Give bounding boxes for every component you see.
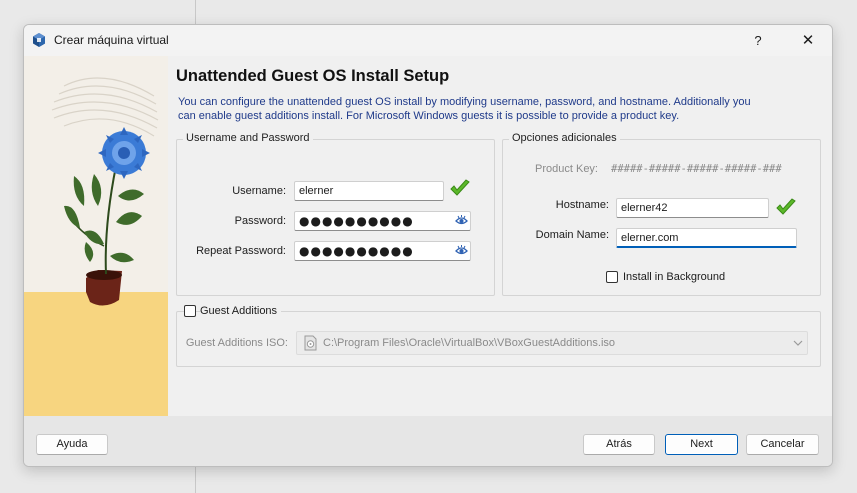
username-label: Username: xyxy=(232,185,286,197)
username-valid-check-icon xyxy=(450,179,470,196)
group-title-username-password: Username and Password xyxy=(183,132,313,144)
hostname-field[interactable]: elerner42 xyxy=(616,198,769,218)
guest-additions-iso-path: C:\Program Files\Oracle\VirtualBox\VBoxG… xyxy=(323,337,616,349)
create-vm-dialog: Crear máquina virtual ? ✕ Unattended Gue… xyxy=(23,24,833,467)
hostname-valid-check-icon xyxy=(776,198,796,215)
wizard-illustration xyxy=(24,56,168,416)
title-bar: Crear máquina virtual ? ✕ xyxy=(24,25,832,56)
dialog-footer: Ayuda Atrás Next Cancelar xyxy=(24,416,832,466)
virtualbox-icon xyxy=(33,33,45,47)
username-field[interactable]: elerner xyxy=(294,181,444,201)
password-label: Password: xyxy=(234,215,286,227)
disk-icon xyxy=(304,335,317,351)
help-button[interactable]: ? xyxy=(746,31,770,51)
chevron-down-icon xyxy=(793,340,803,346)
next-button[interactable]: Next xyxy=(665,434,738,455)
page-heading: Unattended Guest OS Install Setup xyxy=(176,67,450,85)
repeat-password-label: Repeat Password: xyxy=(196,245,286,257)
show-repeat-password-eye-icon[interactable] xyxy=(455,244,468,257)
install-in-background-label[interactable]: Install in Background xyxy=(623,271,725,283)
domain-name-label: Domain Name: xyxy=(535,229,609,241)
guest-additions-label[interactable]: Guest Additions xyxy=(200,305,282,317)
page-description: You can configure the unattended guest O… xyxy=(178,96,751,122)
hostname-label: Hostname: xyxy=(555,199,609,211)
show-password-eye-icon[interactable] xyxy=(455,214,468,227)
close-button[interactable]: ✕ xyxy=(796,31,820,51)
window-title: Crear máquina virtual xyxy=(54,33,169,47)
password-field[interactable]: ●●●●●●●●●● xyxy=(294,211,471,231)
guest-additions-iso-label: Guest Additions ISO: xyxy=(185,337,288,349)
group-title-additional-options: Opciones adicionales xyxy=(509,132,620,144)
guest-additions-checkbox[interactable] xyxy=(184,305,196,317)
domain-name-field[interactable]: elerner.com xyxy=(616,228,797,248)
repeat-password-field[interactable]: ●●●●●●●●●● xyxy=(294,241,471,261)
guest-additions-iso-select: C:\Program Files\Oracle\VirtualBox\VBoxG… xyxy=(296,331,808,355)
install-in-background-checkbox[interactable] xyxy=(606,271,618,283)
help-footer-button[interactable]: Ayuda xyxy=(36,434,108,455)
cancel-button[interactable]: Cancelar xyxy=(746,434,819,455)
back-button[interactable]: Atrás xyxy=(583,434,655,455)
product-key-label: Product Key: xyxy=(535,163,598,175)
product-key-field: #####-#####-#####-#####-### xyxy=(606,159,812,179)
